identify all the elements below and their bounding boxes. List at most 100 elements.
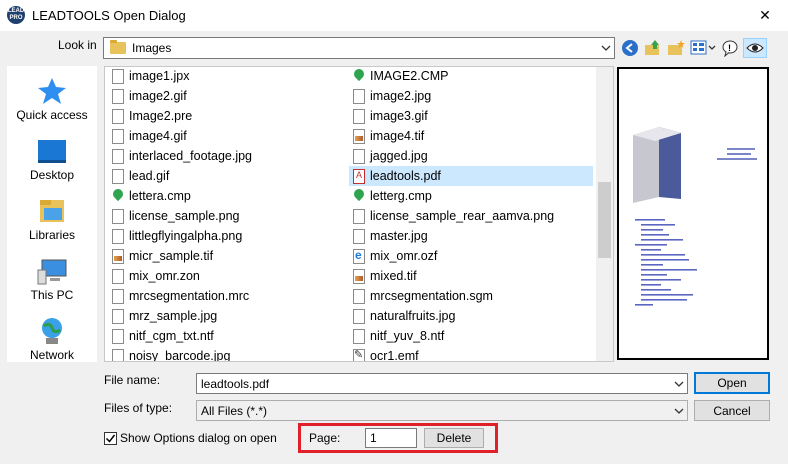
file-item[interactable]: mix_omr.ozf <box>349 246 593 266</box>
file-item[interactable]: license_sample.png <box>108 206 344 226</box>
file-list[interactable]: image1.jpx image2.gif Image2.pre image4.gif… <box>104 66 614 362</box>
close-button[interactable]: ✕ <box>742 0 788 31</box>
file-item[interactable]: IMAGE2.CMP <box>349 67 593 86</box>
file-name: image1.jpx <box>129 69 190 83</box>
file-item[interactable]: mrcsegmentation.mrc <box>108 286 344 306</box>
internet-explorer-icon <box>353 248 365 264</box>
file-item[interactable]: mixed.tif <box>349 266 593 286</box>
file-name: interlaced_footage.jpg <box>129 149 253 163</box>
image-file-icon <box>353 128 365 144</box>
file-icon <box>353 328 365 344</box>
files-of-type-label: Files of type: <box>104 401 173 415</box>
scrollbar-thumb[interactable] <box>598 182 611 258</box>
files-of-type-dropdown[interactable]: All Files (*.*) <box>196 400 688 421</box>
place-label: Desktop <box>29 168 75 182</box>
file-item[interactable]: mrcsegmentation.sgm <box>349 286 593 306</box>
page-number-value: 1 <box>370 431 377 445</box>
file-item[interactable]: micr_sample.tif <box>108 246 344 266</box>
place-quick-access[interactable]: Quick access <box>7 70 97 126</box>
place-label: Network <box>29 348 74 362</box>
file-icon <box>353 288 365 304</box>
file-icon <box>112 108 124 124</box>
metafile-icon <box>353 348 365 361</box>
file-name-combobox[interactable]: leadtools.pdf <box>196 373 688 394</box>
look-in-dropdown[interactable]: Images <box>103 37 615 59</box>
place-this-pc[interactable]: This PC <box>7 250 97 306</box>
file-item[interactable]: ocr1.emf <box>349 346 593 361</box>
place-label: Quick access <box>16 108 88 122</box>
file-icon <box>112 268 124 284</box>
open-button[interactable]: Open <box>694 372 770 394</box>
file-item[interactable]: lead.gif <box>108 166 344 186</box>
file-item[interactable]: image1.jpx <box>108 67 344 86</box>
delete-button[interactable]: Delete <box>424 428 484 448</box>
file-item[interactable]: noisy_barcode.jpg <box>108 346 344 362</box>
file-item[interactable]: lettera.cmp <box>108 186 344 206</box>
file-icon <box>353 228 365 244</box>
page-number-input[interactable]: 1 <box>365 428 417 448</box>
file-item[interactable]: mix_omr.zon <box>108 266 344 286</box>
image-file-icon <box>112 248 124 264</box>
places-bar: Quick access Desktop Libraries This PC N… <box>7 66 97 362</box>
file-item[interactable]: littlegflyingalpha.png <box>108 226 344 246</box>
window-title: LEADTOOLS Open Dialog <box>32 8 186 23</box>
libraries-icon <box>36 196 68 226</box>
file-icon <box>112 88 124 104</box>
file-name: lettera.cmp <box>129 189 191 203</box>
vertical-scrollbar[interactable] <box>596 67 613 361</box>
view-menu-button[interactable] <box>689 38 717 58</box>
file-item[interactable]: license_sample_rear_aamva.png <box>349 206 593 226</box>
file-item[interactable]: interlaced_footage.jpg <box>108 146 344 166</box>
file-item[interactable]: image4.gif <box>108 126 344 146</box>
file-name-label: File name: <box>104 373 161 387</box>
place-libraries[interactable]: Libraries <box>7 190 97 246</box>
back-button[interactable] <box>620 38 640 58</box>
file-item[interactable]: nitf_yuv_8.ntf <box>349 326 593 346</box>
file-name: mix_omr.zon <box>129 269 200 283</box>
info-button[interactable]: ! <box>720 38 740 58</box>
file-name: mrcsegmentation.sgm <box>370 289 493 303</box>
file-item[interactable]: jagged.jpg <box>349 146 593 166</box>
cancel-button[interactable]: Cancel <box>694 400 770 421</box>
file-item[interactable]: naturalfruits.jpg <box>349 306 593 326</box>
file-item[interactable]: image4.tif <box>349 126 593 146</box>
file-name: license_sample.png <box>129 209 240 223</box>
file-name: jagged.jpg <box>370 149 428 163</box>
file-item[interactable]: image3.gif <box>349 106 593 126</box>
file-name: letterg.cmp <box>370 189 432 203</box>
up-folder-button[interactable] <box>643 38 663 58</box>
file-item[interactable]: leadtools.pdf <box>349 166 593 186</box>
file-item[interactable]: image2.jpg <box>349 86 593 106</box>
file-name: license_sample_rear_aamva.png <box>370 209 555 223</box>
file-name: mix_omr.ozf <box>370 249 438 263</box>
show-options-checkbox[interactable] <box>104 432 117 445</box>
file-item[interactable]: nitf_cgm_txt.ntf <box>108 326 344 346</box>
file-item[interactable]: image2.gif <box>108 86 344 106</box>
file-icon <box>112 228 124 244</box>
file-name: nitf_yuv_8.ntf <box>370 329 445 343</box>
new-folder-button[interactable] <box>666 38 686 58</box>
preview-toggle-button[interactable] <box>743 38 767 58</box>
network-icon <box>36 316 68 346</box>
file-item[interactable]: letterg.cmp <box>349 186 593 206</box>
preview-panel <box>617 67 769 360</box>
eye-icon <box>746 43 764 53</box>
map-pin-icon <box>353 68 365 84</box>
file-item[interactable]: Image2.pre <box>108 106 344 126</box>
file-icon <box>112 128 124 144</box>
new-folder-icon <box>668 40 685 55</box>
file-name: noisy_barcode.jpg <box>129 349 231 362</box>
file-item[interactable]: master.jpg <box>349 226 593 246</box>
file-name: image2.gif <box>129 89 187 103</box>
file-icon <box>112 308 124 324</box>
file-icon <box>112 288 124 304</box>
place-desktop[interactable]: Desktop <box>7 130 97 186</box>
file-item[interactable]: mrz_sample.jpg <box>108 306 344 326</box>
chevron-down-icon <box>597 38 614 58</box>
file-name: mrz_sample.jpg <box>129 309 218 323</box>
file-icon <box>353 108 365 124</box>
file-name: master.jpg <box>370 229 428 243</box>
place-network[interactable]: Network <box>7 310 97 366</box>
view-grid-icon <box>690 40 716 55</box>
chevron-down-icon <box>670 374 687 393</box>
